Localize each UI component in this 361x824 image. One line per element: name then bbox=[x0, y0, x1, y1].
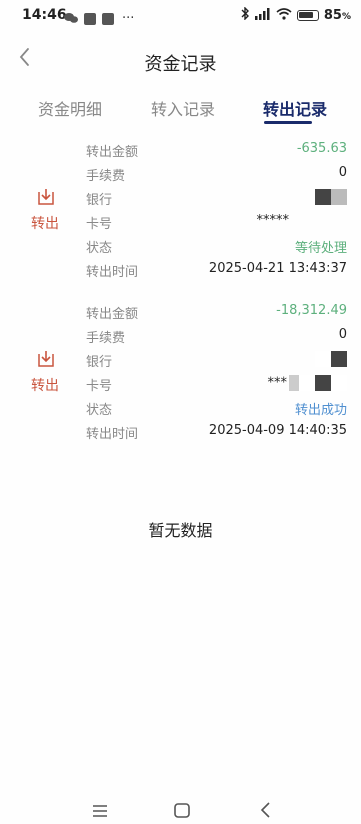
tab-deposit-records[interactable]: 转入记录 bbox=[151, 96, 215, 120]
back-icon bbox=[260, 802, 270, 818]
status-time: 14:46 bbox=[22, 7, 67, 23]
record-type-label: 转出 bbox=[31, 378, 59, 394]
time-value: 2025-04-21 13:43:37 bbox=[208, 261, 347, 276]
bank-label: 银行 bbox=[86, 193, 113, 208]
app-icon bbox=[84, 12, 96, 25]
amount-value: -635.63 bbox=[296, 141, 347, 156]
status-bar: 14:46 ··· 85% bbox=[0, 0, 361, 32]
status-row: 状态 转出成功 bbox=[86, 399, 347, 419]
amount-label: 转出金额 bbox=[86, 307, 139, 322]
bank-value-redacted bbox=[315, 351, 347, 367]
home-button[interactable] bbox=[172, 800, 196, 820]
bank-row: 银行 bbox=[86, 189, 347, 209]
time-label: 转出时间 bbox=[86, 427, 139, 442]
wifi-icon bbox=[276, 7, 292, 23]
status-value: 等待处理 bbox=[294, 241, 347, 256]
time-label: 转出时间 bbox=[86, 265, 139, 280]
empty-state-text: 暂无数据 bbox=[148, 521, 213, 540]
more-notifications-icon: ··· bbox=[122, 10, 135, 26]
card-row: 卡号 *** bbox=[86, 375, 347, 395]
signal-icon bbox=[254, 7, 271, 23]
withdraw-icon bbox=[36, 187, 56, 207]
withdraw-record: 转出 转出金额 -635.63 手续费 0 银行 卡号 ***** 状态 等待处理 转出… bbox=[0, 140, 361, 285]
fee-value: 0 bbox=[338, 327, 347, 342]
time-row: 转出时间 2025-04-21 13:43:37 bbox=[86, 261, 347, 281]
withdraw-icon bbox=[36, 349, 56, 369]
fee-row: 手续费 0 bbox=[86, 165, 347, 185]
menu-icon bbox=[93, 805, 107, 817]
status-row: 状态 等待处理 bbox=[86, 237, 347, 257]
bank-row: 银行 bbox=[86, 351, 347, 371]
header: 资金记录 bbox=[0, 40, 361, 80]
fee-value: 0 bbox=[338, 165, 347, 180]
page-title: 资金记录 bbox=[144, 54, 217, 75]
menu-button[interactable] bbox=[90, 800, 114, 820]
battery-percent: 85% bbox=[323, 7, 351, 23]
time-value: 2025-04-09 14:40:35 bbox=[208, 423, 347, 438]
notification-icons: ··· bbox=[64, 9, 134, 28]
amount-row: 转出金额 -635.63 bbox=[86, 141, 347, 161]
card-label: 卡号 bbox=[86, 379, 113, 394]
record-type-label: 转出 bbox=[31, 216, 59, 232]
amount-value: -18,312.49 bbox=[276, 303, 347, 318]
battery-level bbox=[298, 11, 313, 18]
withdraw-record: 转出 转出金额 -18,312.49 手续费 0 银行 卡号 *** 状态 转出成功 … bbox=[0, 302, 361, 447]
battery-icon bbox=[296, 9, 319, 21]
system-nav-bar bbox=[0, 800, 361, 823]
bank-label: 银行 bbox=[86, 355, 113, 370]
tab-fund-details[interactable]: 资金明细 bbox=[38, 96, 102, 120]
fee-label: 手续费 bbox=[86, 331, 126, 346]
bluetooth-icon bbox=[241, 6, 250, 23]
time-row: 转出时间 2025-04-09 14:40:35 bbox=[86, 423, 347, 443]
app-icon bbox=[102, 12, 114, 25]
home-icon bbox=[174, 803, 190, 818]
card-label: 卡号 bbox=[86, 217, 113, 232]
back-nav-button[interactable] bbox=[256, 800, 280, 820]
status-right: 85% bbox=[241, 6, 351, 23]
tab-bar: 资金明细 转入记录 转出记录 bbox=[0, 96, 361, 128]
fee-row: 手续费 0 bbox=[86, 327, 347, 347]
fee-label: 手续费 bbox=[86, 169, 126, 184]
tab-withdraw-records[interactable]: 转出记录 bbox=[263, 96, 327, 120]
bank-value-redacted bbox=[315, 189, 347, 205]
status-value: 转出成功 bbox=[294, 403, 347, 418]
amount-label: 转出金额 bbox=[86, 145, 139, 160]
card-row: 卡号 ***** bbox=[86, 213, 347, 233]
status-label: 状态 bbox=[86, 241, 113, 256]
card-value: ***** bbox=[256, 213, 290, 228]
wechat-icon bbox=[64, 9, 78, 28]
active-tab-indicator bbox=[264, 121, 312, 124]
status-label: 状态 bbox=[86, 403, 113, 418]
amount-row: 转出金额 -18,312.49 bbox=[86, 303, 347, 323]
card-value: *** bbox=[268, 375, 347, 391]
